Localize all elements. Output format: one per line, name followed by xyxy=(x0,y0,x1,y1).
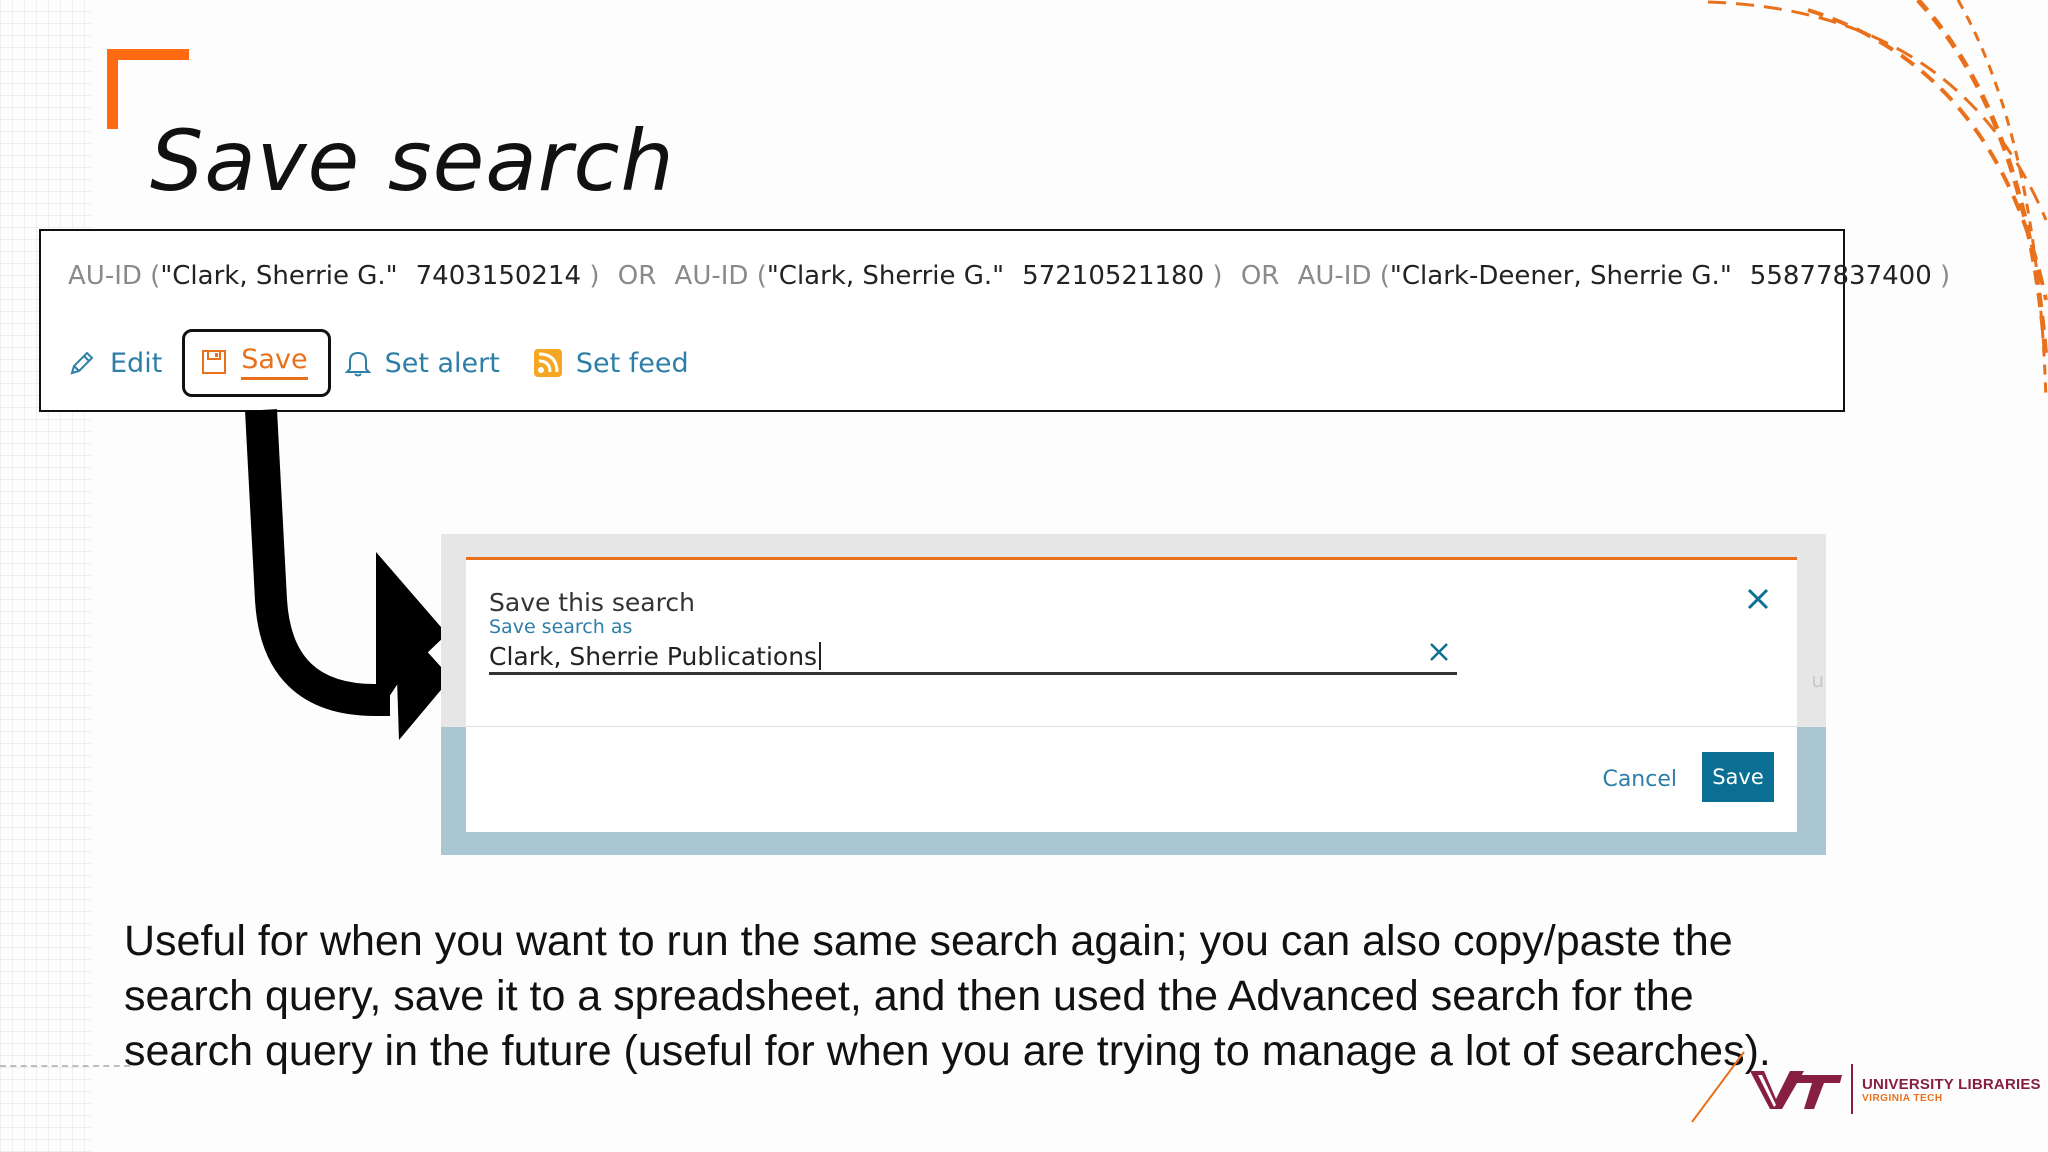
query-author-id: 57210521180 xyxy=(1022,261,1205,291)
cancel-button[interactable]: Cancel xyxy=(1602,767,1677,792)
query-paren: ) xyxy=(1212,261,1223,291)
rss-icon xyxy=(533,349,562,377)
background-grid xyxy=(0,0,92,1152)
save-label: Save xyxy=(241,344,308,380)
logo-divider xyxy=(1851,1064,1853,1114)
search-name-input[interactable]: Clark, Sherrie Publications xyxy=(489,640,1457,675)
bell-icon xyxy=(344,351,371,377)
save-search-dialog: Save this search Save search as Clark, S… xyxy=(466,557,1797,832)
query-operator: OR xyxy=(1240,261,1280,291)
query-author-id: 7403150214 xyxy=(415,261,582,291)
query-author-name: "Clark, Sherrie G." xyxy=(160,261,398,291)
virginia-tech-logo: VIRGINIA TECH xyxy=(1862,1093,1943,1104)
edit-label: Edit xyxy=(110,347,163,379)
query-author-name: "Clark, Sherrie G." xyxy=(766,261,1005,291)
dialog-title: Save this search xyxy=(489,588,695,617)
set-alert-label: Set alert xyxy=(384,347,500,379)
dialog-divider xyxy=(466,726,1797,727)
search-query-panel: AU-ID ("Clark, Sherrie G." 7403150214 ) O… xyxy=(39,229,1950,412)
set-alert-button[interactable]: Set alert xyxy=(344,347,500,379)
save-disk-icon xyxy=(202,350,227,374)
save-button[interactable]: Save xyxy=(182,329,331,397)
vt-logo-icon xyxy=(1750,1071,1842,1109)
pencil-icon xyxy=(70,351,94,375)
query-author-id: 55877837400 xyxy=(1749,261,1932,291)
search-actions: Edit Save Set alert Set feed xyxy=(68,329,723,397)
arrow-icon xyxy=(245,409,451,740)
query-operator: OR xyxy=(617,261,657,291)
close-icon[interactable] xyxy=(1747,588,1769,610)
query-paren: ( xyxy=(150,261,161,291)
dialog-save-button[interactable]: Save xyxy=(1702,752,1774,802)
backdrop-text: u xyxy=(1811,668,1824,692)
query-paren: ) xyxy=(589,261,600,291)
university-libraries-logo: UNIVERSITY LIBRARIES xyxy=(1862,1076,2041,1093)
query-field-key: AU-ID xyxy=(674,261,749,291)
query-author-name: "Clark-Deener, Sherrie G." xyxy=(1389,261,1732,291)
edit-button[interactable]: Edit xyxy=(68,348,162,379)
save-search-dialog-screenshot: u Save this search Save search as Clark,… xyxy=(441,534,1826,855)
set-feed-label: Set feed xyxy=(575,347,689,379)
dashed-divider xyxy=(0,1065,130,1067)
set-feed-button[interactable]: Set feed xyxy=(533,347,689,379)
save-search-as-label: Save search as xyxy=(489,616,633,638)
text-caret xyxy=(819,642,822,670)
search-query-text: AU-ID ("Clark, Sherrie G." 7403150214 ) O… xyxy=(68,261,1950,291)
logo-slash xyxy=(1691,1051,1745,1123)
query-field-key: AU-ID xyxy=(68,261,142,291)
slide-title: Save search xyxy=(150,112,675,210)
query-paren: ( xyxy=(756,261,767,291)
clear-icon[interactable] xyxy=(1429,642,1449,662)
query-field-key: AU-ID xyxy=(1297,261,1372,291)
query-paren: ) xyxy=(1940,261,1951,291)
query-paren: ( xyxy=(1379,261,1390,291)
slide-body-text: Useful for when you want to run the same… xyxy=(124,917,1771,1075)
search-name-value: Clark, Sherrie Publications xyxy=(489,641,818,671)
